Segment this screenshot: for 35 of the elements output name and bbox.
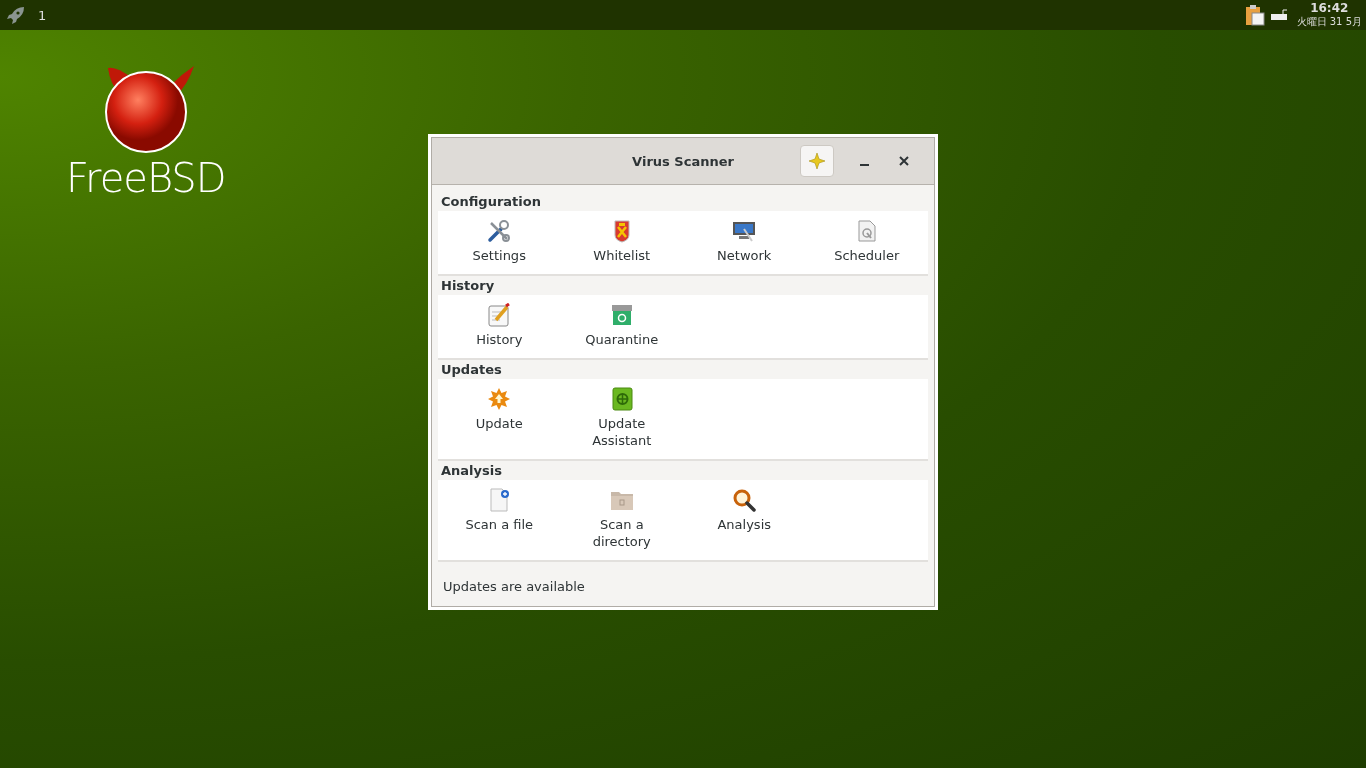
rocket-icon[interactable] xyxy=(6,5,26,25)
notepad-pencil-icon xyxy=(487,303,512,327)
section-heading: Updates xyxy=(441,362,503,377)
clipboard-icon[interactable] xyxy=(1244,4,1265,26)
clock-time[interactable]: 16:42 xyxy=(1310,2,1349,17)
book-icon xyxy=(609,387,634,411)
launcher-item[interactable]: History xyxy=(444,303,555,348)
launcher-item[interactable]: Analysis xyxy=(689,488,800,550)
section-heading: History xyxy=(441,278,496,293)
clock-date[interactable]: 火曜日 31 5月 xyxy=(1296,16,1362,28)
launcher-item[interactable]: Scan a directory xyxy=(566,488,677,550)
close-icon xyxy=(899,156,909,166)
launcher-item[interactable]: Scan a file xyxy=(444,488,555,550)
tools-icon xyxy=(487,219,512,243)
logo-wordmark: FreeBSD xyxy=(66,158,226,198)
sparkle-icon xyxy=(809,153,825,169)
launcher-item[interactable]: Quarantine xyxy=(566,303,677,348)
recycle-bin-icon xyxy=(609,303,634,327)
star-burst-icon xyxy=(487,387,512,411)
keyboard-icon[interactable] xyxy=(1268,8,1289,22)
network-icon xyxy=(732,219,757,243)
add-file-icon xyxy=(487,488,512,512)
launcher-item[interactable]: Update Assistant xyxy=(566,387,677,449)
launcher-item[interactable]: Scheduler xyxy=(811,219,922,264)
section-heading: Analysis xyxy=(441,463,503,478)
launcher-item[interactable]: Whitelist xyxy=(566,219,677,264)
launcher-item[interactable]: Update xyxy=(444,387,555,449)
minimize-icon xyxy=(859,164,869,166)
status-text: Updates are available xyxy=(442,578,586,596)
workspace-number[interactable]: 1 xyxy=(38,7,47,23)
launcher-item[interactable]: Network xyxy=(689,219,800,264)
window-title: Virus Scanner xyxy=(632,153,734,169)
section-heading: Configuration xyxy=(441,194,542,209)
launcher-item[interactable]: Settings xyxy=(444,219,555,264)
magnifier-icon xyxy=(732,488,757,512)
